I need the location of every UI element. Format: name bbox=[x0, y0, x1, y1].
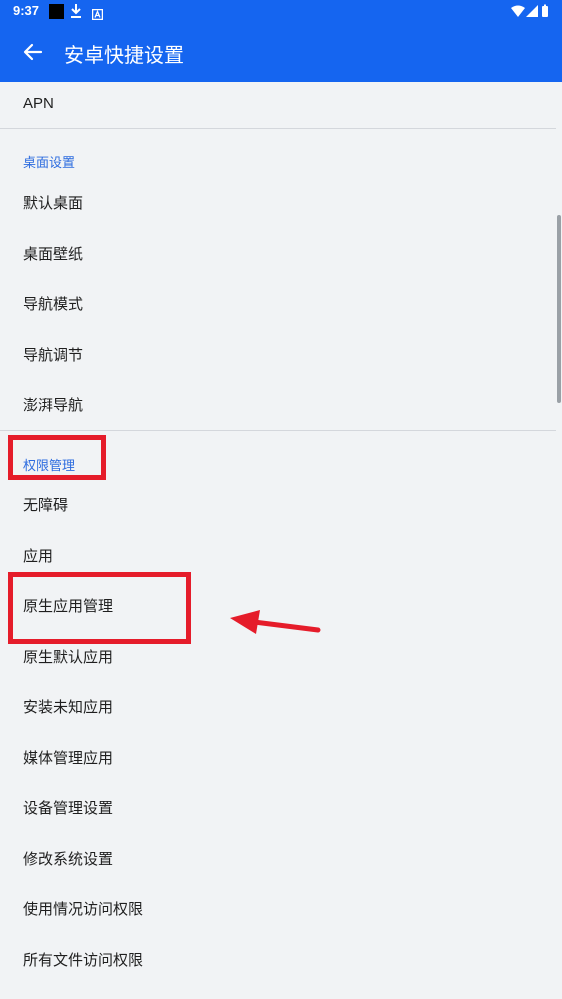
app-bar: 安卓快捷设置 bbox=[0, 24, 562, 82]
battery-icon bbox=[542, 4, 548, 17]
app-icon bbox=[91, 5, 104, 24]
highlight-box-permissions bbox=[8, 435, 106, 480]
list-item-label: 设备管理设置 bbox=[23, 799, 114, 817]
list-item-default-desktop[interactable]: 默认桌面 bbox=[0, 178, 562, 228]
list-item-label: 原生默认应用 bbox=[23, 648, 114, 666]
wifi-icon bbox=[511, 5, 525, 17]
list-item-nav-mode[interactable]: 导航模式 bbox=[0, 279, 562, 329]
divider bbox=[0, 128, 556, 129]
arrow-left-icon[interactable] bbox=[22, 41, 44, 67]
list-item-modify-system[interactable]: 修改系统设置 bbox=[0, 834, 562, 884]
download-icon bbox=[70, 3, 82, 23]
list-item-label: 修改系统设置 bbox=[23, 850, 114, 868]
page-title: 安卓快捷设置 bbox=[64, 43, 184, 67]
notification-square-icon bbox=[49, 4, 64, 19]
list-item-usage-access[interactable]: 使用情况访问权限 bbox=[0, 884, 562, 934]
highlight-box-native-app-manage bbox=[8, 572, 191, 644]
list-item-nav-adjust[interactable]: 导航调节 bbox=[0, 330, 562, 380]
list-item-label: 桌面壁纸 bbox=[23, 245, 84, 263]
signal-icon bbox=[526, 5, 538, 17]
list-item-label: APN bbox=[23, 95, 54, 112]
list-item-accessibility[interactable]: 无障碍 bbox=[0, 480, 562, 530]
list-item-media-manage[interactable]: 媒体管理应用 bbox=[0, 733, 562, 783]
list-item-all-files-access[interactable]: 所有文件访问权限 bbox=[0, 935, 562, 985]
list-item-wallpaper[interactable]: 桌面壁纸 bbox=[0, 229, 562, 279]
list-item-label: 导航调节 bbox=[23, 346, 84, 364]
list-item-hyper-nav[interactable]: 澎湃导航 bbox=[0, 380, 562, 430]
list-item-label: 安装未知应用 bbox=[23, 698, 114, 716]
section-header-desktop: 桌面设置 bbox=[23, 156, 76, 171]
list-item-label: 使用情况访问权限 bbox=[23, 900, 144, 918]
list-item-label: 应用 bbox=[23, 547, 54, 565]
list-item-device-admin[interactable]: 设备管理设置 bbox=[0, 783, 562, 833]
list-item-label: 所有文件访问权限 bbox=[23, 951, 144, 969]
scrollbar[interactable] bbox=[557, 215, 561, 403]
list-item-apn[interactable]: APN bbox=[0, 79, 562, 129]
status-right-icons bbox=[510, 4, 550, 24]
annotation-arrow-icon bbox=[226, 608, 321, 644]
divider bbox=[0, 430, 556, 431]
list-item-label: 媒体管理应用 bbox=[23, 749, 114, 767]
list-item-label: 默认桌面 bbox=[23, 194, 84, 212]
status-bar: 9:37 bbox=[0, 0, 562, 24]
list-item-label: 导航模式 bbox=[23, 295, 84, 313]
list-item-label: 澎湃导航 bbox=[23, 396, 84, 414]
list-item-label: 无障碍 bbox=[23, 496, 69, 514]
status-time: 9:37 bbox=[13, 3, 40, 18]
list-item-install-unknown[interactable]: 安装未知应用 bbox=[0, 682, 562, 732]
